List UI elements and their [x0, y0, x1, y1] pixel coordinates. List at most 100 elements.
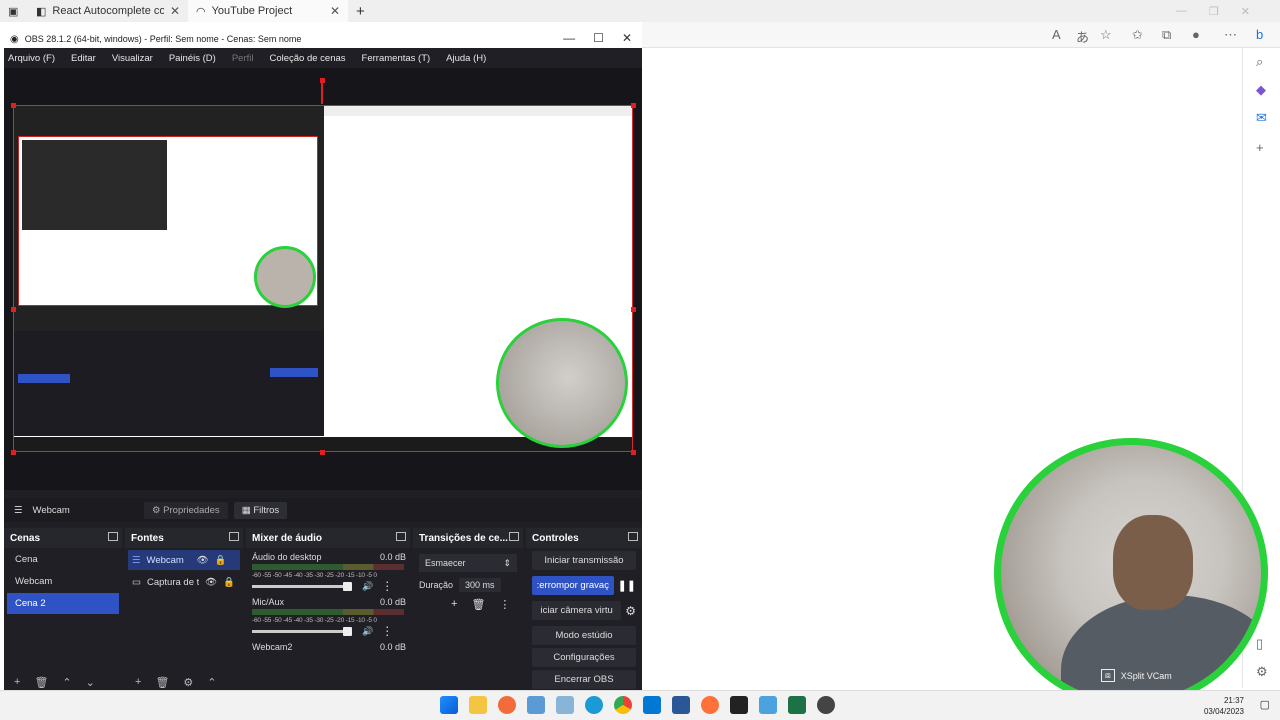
close-tab-icon[interactable]: ✕ [330, 4, 340, 18]
trash-icon[interactable]: 🗑 [155, 676, 169, 689]
undock-icon[interactable] [108, 532, 118, 541]
eye-icon[interactable]: 👁 [205, 577, 217, 588]
office-icon[interactable]: ◆ [1256, 82, 1266, 98]
menu-perfil[interactable]: Perfil [232, 53, 254, 64]
profile-avatar[interactable]: ● [1192, 27, 1200, 42]
undock-icon[interactable] [628, 532, 638, 541]
preview-canvas[interactable] [13, 105, 633, 452]
app-icon[interactable] [527, 696, 545, 714]
eye-icon[interactable]: 👁 [197, 555, 209, 566]
volume-slider[interactable] [252, 626, 352, 636]
new-tab-button[interactable]: + [348, 0, 373, 22]
close-icon[interactable]: ✕ [622, 31, 632, 45]
read-aloud-icon[interactable]: A [1052, 27, 1061, 42]
tab-actions-button[interactable]: ▣ [0, 0, 28, 22]
transition-select[interactable]: Esmaecer ⇕ [419, 554, 517, 572]
menu-paineis[interactable]: Painéis (D) [169, 53, 216, 64]
virtual-camera-button[interactable]: iciar câmera virtu [532, 601, 622, 620]
excel-icon[interactable] [788, 696, 806, 714]
more-icon[interactable]: ⋯ [1224, 27, 1237, 43]
minimize-icon[interactable]: — [563, 31, 575, 45]
start-streaming-button[interactable]: Iniciar transmissão [532, 551, 636, 570]
scene-item[interactable]: Webcam [7, 571, 119, 592]
gear-icon[interactable]: ⚙ [625, 604, 636, 618]
volume-slider[interactable] [252, 581, 352, 591]
add-icon[interactable]: + [135, 676, 141, 688]
menu-ajuda[interactable]: Ajuda (H) [446, 53, 486, 64]
more-icon[interactable]: ⋮ [381, 624, 393, 638]
menu-ferramentas[interactable]: Ferramentas (T) [362, 53, 431, 64]
resize-handle-b[interactable] [320, 450, 325, 455]
notification-icon[interactable]: ▢ [1260, 698, 1270, 711]
more-icon[interactable]: ⋮ [381, 579, 393, 593]
menu-editar[interactable]: Editar [71, 53, 96, 64]
translate-icon[interactable]: あ [1076, 27, 1089, 46]
obs-preview[interactable] [4, 68, 642, 490]
settings-button[interactable]: Configurações [532, 648, 636, 667]
bing-icon[interactable]: b [1256, 27, 1263, 42]
studio-mode-button[interactable]: Modo estúdio [532, 626, 636, 645]
resize-handle-br[interactable] [631, 450, 636, 455]
powershell-icon[interactable] [672, 696, 690, 714]
windows-start-icon[interactable] [440, 696, 458, 714]
more-icon[interactable]: ⋮ [499, 598, 510, 611]
taskbar-clock[interactable]: 21:37 03/04/2023 [1204, 695, 1244, 717]
collections-icon[interactable]: ⧉ [1162, 27, 1171, 43]
menu-colecao-de-cenas[interactable]: Coleção de cenas [269, 53, 345, 64]
lock-icon[interactable]: 🔒 [215, 555, 227, 566]
close-icon[interactable]: ✕ [1241, 5, 1250, 18]
resize-handle-bl[interactable] [11, 450, 16, 455]
chrome-icon[interactable] [614, 696, 632, 714]
lock-icon[interactable]: 🔒 [223, 577, 235, 588]
chevron-up-icon[interactable]: ⌃ [62, 676, 71, 689]
maximize-icon[interactable]: ☐ [593, 31, 604, 45]
resize-handle-tr[interactable] [631, 103, 636, 108]
rotation-handle[interactable] [320, 78, 325, 83]
vscode-icon[interactable] [643, 696, 661, 714]
exit-obs-button[interactable]: Encerrar OBS [532, 670, 636, 689]
scene-item[interactable]: Cena [7, 549, 119, 570]
resize-handle-l[interactable] [11, 307, 16, 312]
trash-icon[interactable]: 🗑 [471, 598, 485, 611]
add-icon[interactable]: + [1256, 140, 1264, 155]
postman-icon[interactable] [498, 696, 516, 714]
menu-visualizar[interactable]: Visualizar [112, 53, 153, 64]
minimize-icon[interactable]: — [1176, 5, 1187, 17]
duration-input[interactable]: 300 ms [459, 578, 501, 592]
add-icon[interactable]: + [14, 676, 20, 688]
chevron-up-icon[interactable]: ⌃ [207, 676, 216, 689]
trash-icon[interactable]: 🗑 [34, 676, 48, 689]
favorites-icon[interactable]: ✩ [1132, 27, 1143, 43]
favorite-icon[interactable]: ☆ [1100, 27, 1112, 43]
close-tab-icon[interactable]: ✕ [170, 4, 180, 18]
source-item-webcam[interactable]: ☰ Webcam 👁 🔒 [128, 550, 240, 570]
outlook-icon[interactable]: ✉ [1256, 110, 1267, 126]
firefox-icon[interactable] [701, 696, 719, 714]
resize-handle-tl[interactable] [11, 103, 16, 108]
undock-icon[interactable] [396, 532, 406, 541]
undock-icon[interactable] [509, 532, 519, 541]
file-explorer-icon[interactable] [469, 696, 487, 714]
photos-icon[interactable] [556, 696, 574, 714]
speaker-icon[interactable]: 🔊 [362, 581, 373, 592]
stop-recording-button[interactable]: :errompor gravaç [532, 576, 614, 595]
notepad-icon[interactable] [759, 696, 777, 714]
speaker-icon[interactable]: 🔊 [362, 626, 373, 637]
gear-icon[interactable]: ⚙ [183, 676, 193, 689]
menu-arquivo[interactable]: Arquivo (F) [8, 53, 55, 64]
notion-icon[interactable] [730, 696, 748, 714]
undock-icon[interactable] [229, 532, 239, 541]
browser-tab-youtube[interactable]: ◠ YouTube Project ✕ [188, 0, 348, 22]
restore-icon[interactable]: ❐ [1209, 5, 1219, 18]
source-item-capture[interactable]: ▭ Captura de t 👁 🔒 [128, 572, 240, 592]
pause-icon[interactable]: ❚❚ [618, 579, 636, 592]
browser-tab-react[interactable]: ◧ React Autocomplete component ✕ [28, 0, 188, 22]
chevron-down-icon[interactable]: ⌄ [86, 676, 95, 689]
properties-button[interactable]: ⚙ Propriedades [144, 501, 228, 519]
filters-button[interactable]: ▦ Filtros [233, 501, 288, 519]
edge-icon[interactable] [585, 696, 603, 714]
scene-item-selected[interactable]: Cena 2 [7, 593, 119, 614]
resize-handle-r[interactable] [631, 307, 636, 312]
search-icon[interactable]: ⌕ [1256, 54, 1263, 70]
add-icon[interactable]: + [451, 598, 457, 611]
